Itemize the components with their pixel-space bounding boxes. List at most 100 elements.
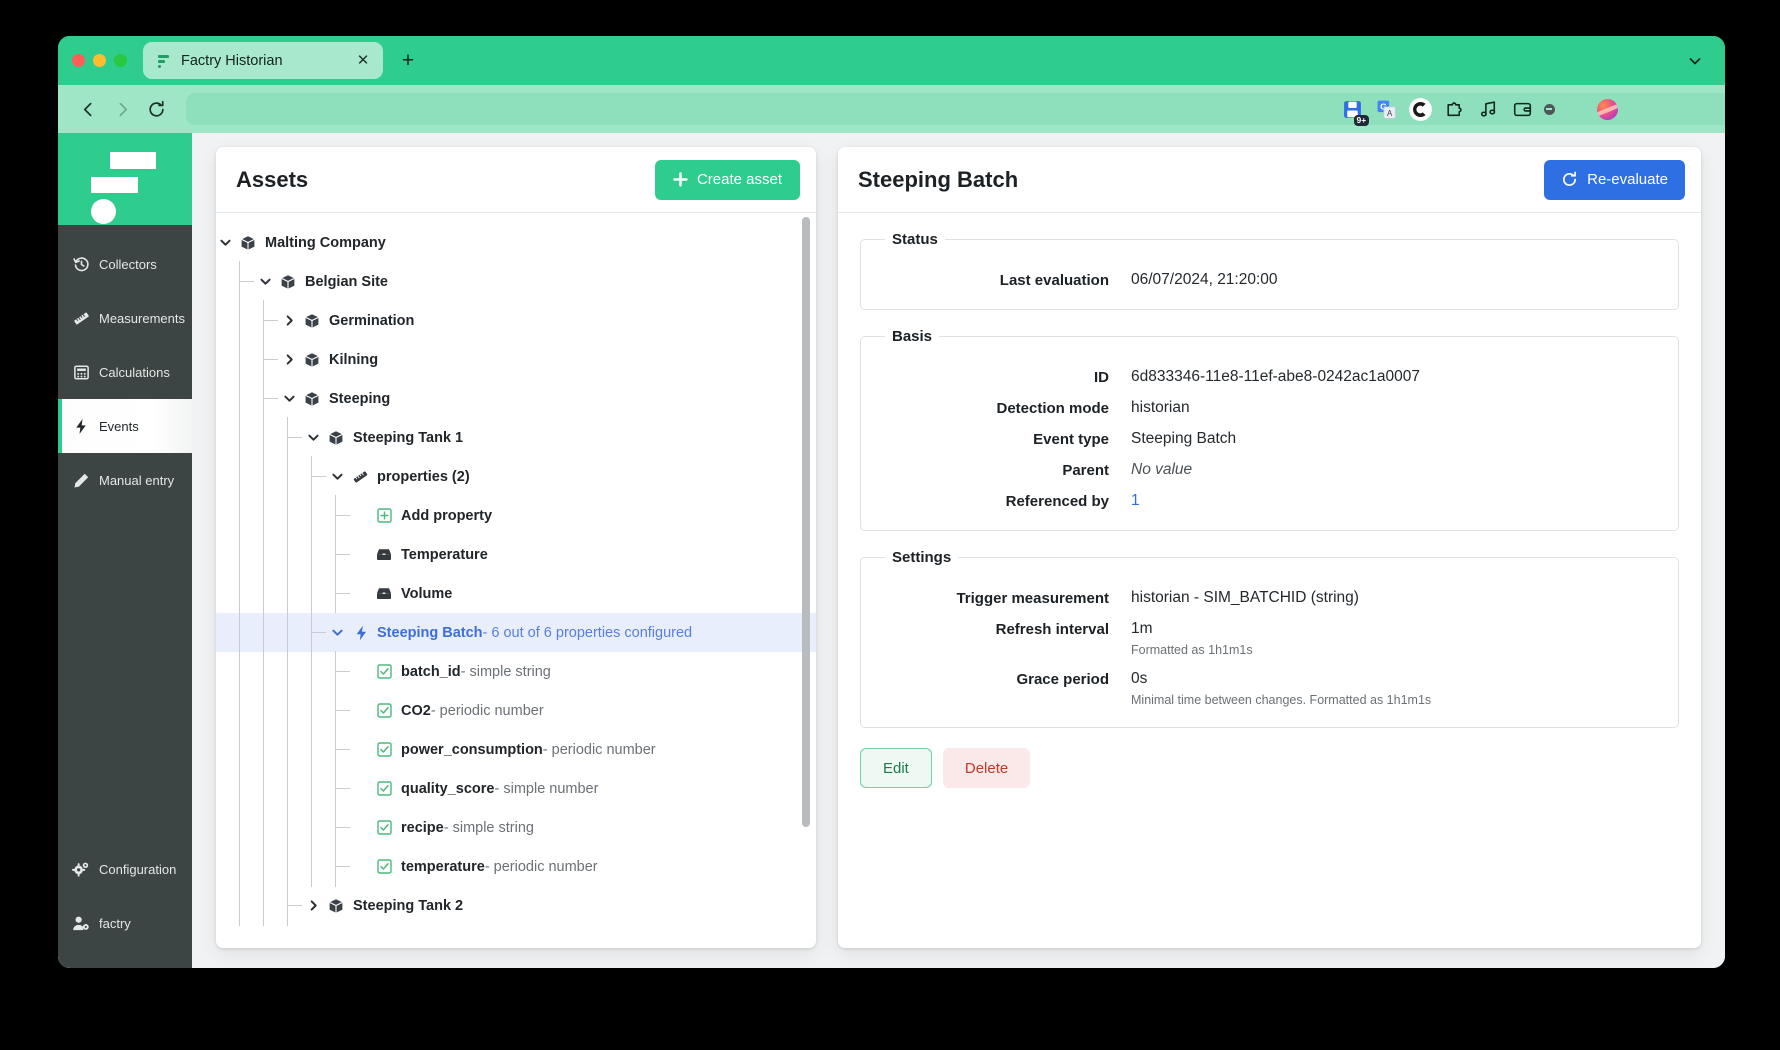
tree-item-batch-id[interactable]: batch_id - simple string xyxy=(216,652,816,691)
event-details-panel: Steeping Batch Re-evaluate StatusLast ev… xyxy=(838,147,1701,948)
sidebar-item-account[interactable]: factry xyxy=(58,896,192,950)
wallet-icon[interactable] xyxy=(1510,97,1535,122)
detail-value-group: 1 xyxy=(1131,492,1140,510)
forward-icon[interactable] xyxy=(106,93,138,125)
sidebar-item-label: Measurements xyxy=(99,311,185,326)
chevron-right-icon[interactable] xyxy=(304,897,322,915)
tree-item-volume[interactable]: Volume xyxy=(216,574,816,613)
sidebar-item-collectors[interactable]: Collectors xyxy=(58,237,192,291)
chevron-down-icon[interactable] xyxy=(216,234,234,252)
tree-indent-guide xyxy=(240,769,264,808)
google-translate-icon[interactable]: GA xyxy=(1374,97,1399,122)
create-asset-button[interactable]: Create asset xyxy=(655,160,800,200)
tree-item-malting-company[interactable]: Malting Company xyxy=(216,223,816,262)
detail-row: Referenced by1 xyxy=(881,492,1658,510)
cube-icon xyxy=(302,351,322,369)
asset-tree-scroll-area[interactable]: Malting Company Belgian Site GerminationKi… xyxy=(216,213,816,948)
chevron-right-icon[interactable] xyxy=(280,351,298,369)
puzzle-icon[interactable] xyxy=(1442,97,1467,122)
tree-indent-guide xyxy=(288,808,312,847)
measurement-icon xyxy=(374,546,394,564)
tree-indent-guide xyxy=(216,496,240,535)
sidebar-item-calculations[interactable]: Calculations xyxy=(58,345,192,399)
browser-toolbar: 9+ GA VPN Update xyxy=(58,85,1725,133)
browser-tab-strip: Factry Historian ✕ + xyxy=(58,36,1725,85)
sidebar-item-events[interactable]: Events xyxy=(58,399,192,453)
chevron-down-icon[interactable] xyxy=(256,273,274,291)
tree-indent-guide xyxy=(240,730,264,769)
sidebar-item-measurements[interactable]: Measurements xyxy=(58,291,192,345)
tree-item-belgian-site[interactable]: Belgian Site xyxy=(216,262,816,301)
sidebar-item-label: factry xyxy=(99,916,131,931)
factry-logo[interactable] xyxy=(58,133,192,225)
tree-item-co2[interactable]: CO2 - periodic number xyxy=(216,691,816,730)
detail-value-group: No value xyxy=(1131,461,1192,479)
chevron-down-icon[interactable] xyxy=(304,429,322,447)
tree-indent-guide xyxy=(264,652,288,691)
check-box-icon xyxy=(374,858,394,876)
tree-item-steeping-tank-2[interactable]: Steeping Tank 2 xyxy=(216,886,816,925)
tree-item-label: Belgian Site xyxy=(305,274,388,290)
profile-avatar[interactable] xyxy=(1597,99,1618,120)
tree-item-steeping-batch[interactable]: Steeping Batch - 6 out of 6 properties c… xyxy=(216,613,816,652)
tree-indent-guide xyxy=(312,535,336,574)
chevron-down-icon[interactable] xyxy=(1687,53,1703,69)
tree-connector xyxy=(336,710,350,711)
detail-value[interactable]: 1 xyxy=(1131,492,1140,510)
tree-indent-guide xyxy=(216,808,240,847)
reload-icon[interactable] xyxy=(140,93,172,125)
detail-row: ParentNo value xyxy=(881,461,1658,479)
tree-indent-guide xyxy=(288,691,312,730)
tree-connector xyxy=(336,515,350,516)
music-note-icon[interactable] xyxy=(1476,97,1501,122)
pencil-icon xyxy=(72,471,90,489)
close-icon[interactable]: ✕ xyxy=(353,51,373,71)
browser-tab[interactable]: Factry Historian ✕ xyxy=(143,42,383,79)
tree-indent-guide xyxy=(264,574,288,613)
assets-panel-header: Assets Create asset xyxy=(216,147,816,213)
tree-indent-guide xyxy=(216,457,240,496)
minimize-window-button[interactable] xyxy=(93,54,106,67)
tree-item-kilning[interactable]: Kilning xyxy=(216,340,816,379)
save-badge-icon[interactable]: 9+ xyxy=(1340,97,1365,122)
tree-indent-guide xyxy=(240,340,264,379)
tree-item-germination[interactable]: Germination xyxy=(216,301,816,340)
tree-item-power-consumption[interactable]: power_consumption - periodic number xyxy=(216,730,816,769)
chevron-right-icon[interactable] xyxy=(280,312,298,330)
tree-indent-guide xyxy=(216,535,240,574)
maximize-window-button[interactable] xyxy=(114,54,127,67)
tree-indent-guide xyxy=(216,652,240,691)
sidebar-item-configuration[interactable]: Configuration xyxy=(58,842,192,896)
tree-indent-guide xyxy=(240,535,264,574)
browser-window: Factry Historian ✕ + xyxy=(58,36,1725,968)
tree-indent-guide xyxy=(288,769,312,808)
scrollbar-thumb[interactable] xyxy=(802,217,810,827)
tree-item-add-property[interactable]: Add property xyxy=(216,496,816,535)
back-icon[interactable] xyxy=(72,93,104,125)
sidebar-item-label: Collectors xyxy=(99,257,157,272)
tree-connector xyxy=(288,437,302,438)
asset-tree-scrollbar[interactable] xyxy=(802,217,810,940)
close-window-button[interactable] xyxy=(72,54,85,67)
tree-item-recipe[interactable]: recipe - simple string xyxy=(216,808,816,847)
tree-item-temperature[interactable]: temperature - periodic number xyxy=(216,847,816,886)
tree-item-properties-2[interactable]: properties (2) xyxy=(216,457,816,496)
re-evaluate-button[interactable]: Re-evaluate xyxy=(1544,160,1685,200)
chevron-down-icon[interactable] xyxy=(280,390,298,408)
tree-item-temperature[interactable]: Temperature xyxy=(216,535,816,574)
tree-indent-guide xyxy=(216,301,240,340)
sidebar-item-manual-entry[interactable]: Manual entry xyxy=(58,453,192,507)
delete-button[interactable]: Delete xyxy=(943,748,1030,788)
tree-item-steeping-tank-1[interactable]: Steeping Tank 1 xyxy=(216,418,816,457)
clockify-icon[interactable] xyxy=(1408,97,1433,122)
tree-item-steeping[interactable]: Steeping xyxy=(216,379,816,418)
tree-indent-guide xyxy=(216,613,240,652)
edit-button[interactable]: Edit xyxy=(860,748,932,788)
chevron-down-icon[interactable] xyxy=(328,468,346,486)
detail-value: 0s xyxy=(1131,670,1431,688)
new-tab-button[interactable]: + xyxy=(393,46,423,76)
chevron-down-icon[interactable] xyxy=(328,624,346,642)
tree-connector xyxy=(312,632,326,633)
tree-item-detail: - simple number xyxy=(495,781,599,797)
tree-item-quality-score[interactable]: quality_score - simple number xyxy=(216,769,816,808)
